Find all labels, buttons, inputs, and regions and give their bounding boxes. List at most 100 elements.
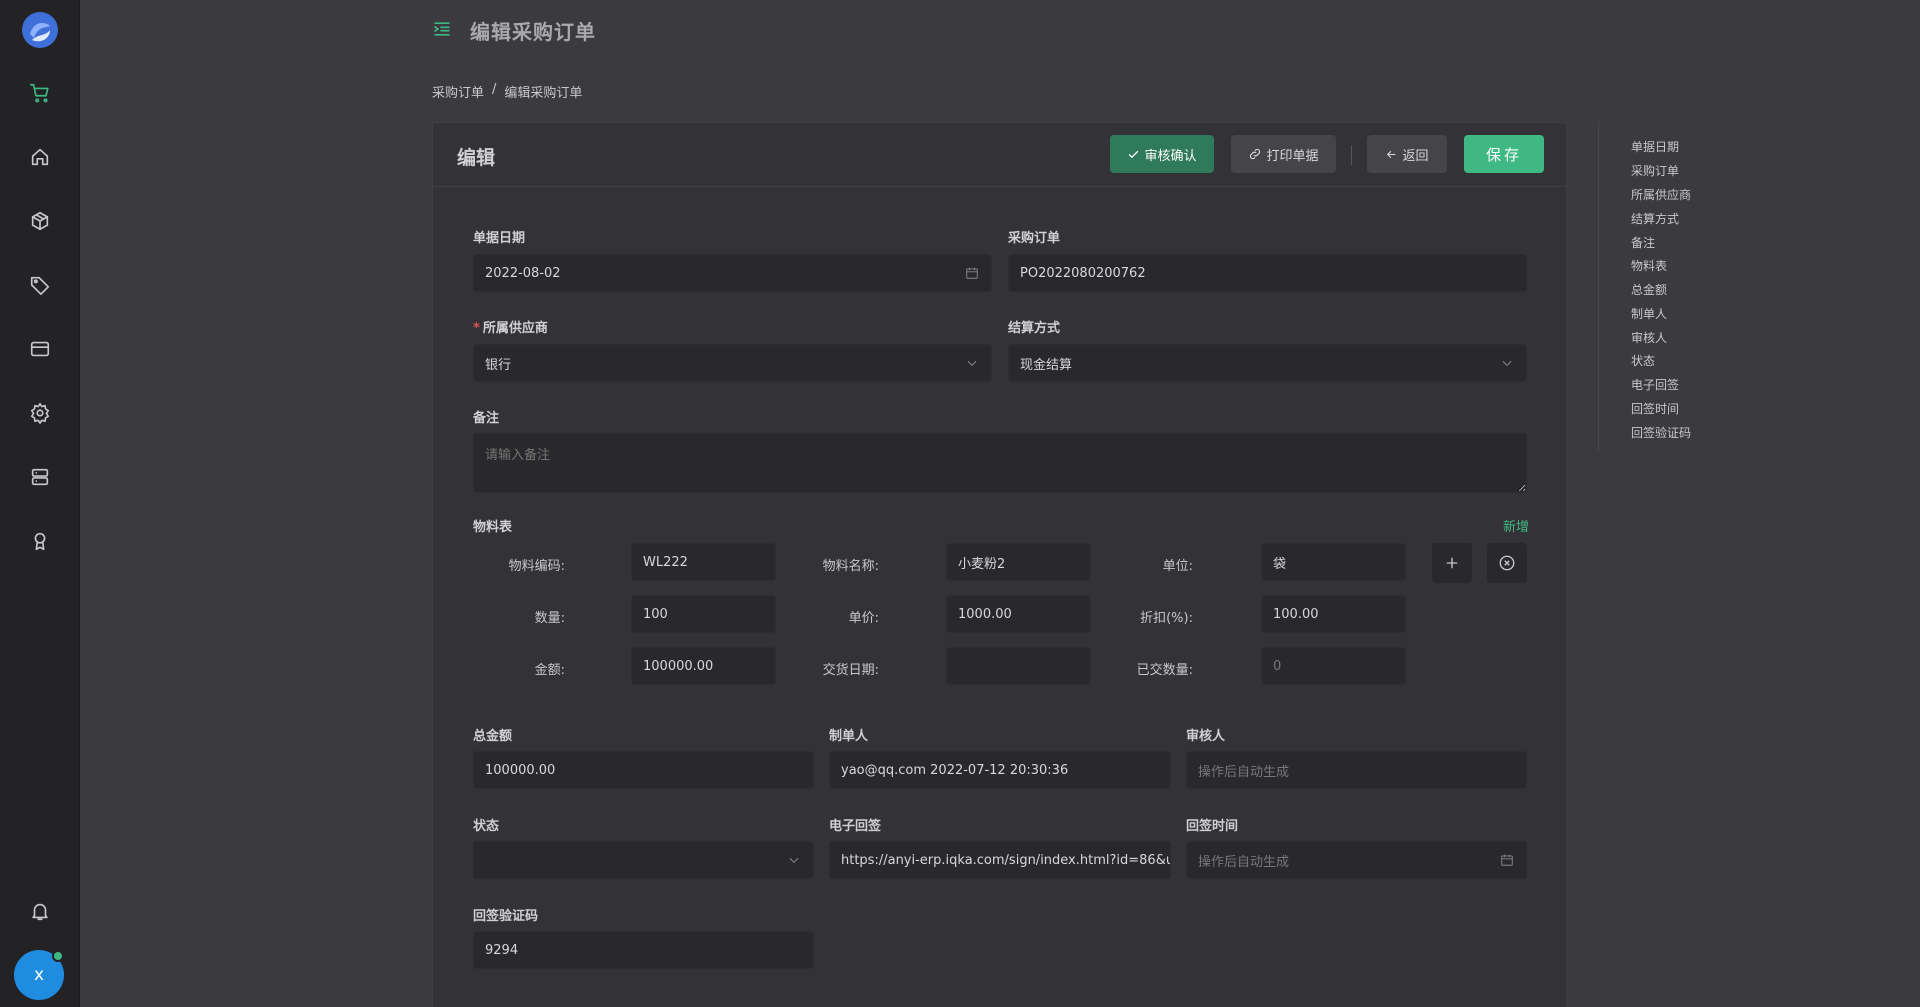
check-icon	[1129, 150, 1139, 158]
auditor-field[interactable]: 操作后自动生成	[1186, 751, 1527, 789]
settlement-label: 结算方式	[1008, 321, 1061, 336]
supplier-label: * 所属供应商	[473, 317, 548, 336]
menu-fold-icon[interactable]	[432, 19, 452, 43]
discount-input[interactable]: 100.00	[1261, 595, 1406, 633]
approve-button[interactable]: 审核确认	[1110, 135, 1214, 173]
tag-icon[interactable]	[25, 270, 55, 300]
save-label: 保存	[1485, 145, 1522, 164]
settlement-value: 现金结算	[1020, 357, 1073, 373]
material-name-value: 小麦粉2	[958, 556, 1006, 572]
anchor-bill-date[interactable]: 单据日期	[1631, 138, 1679, 155]
delivered-qty-placeholder: 0	[1273, 658, 1282, 674]
creator-value: yao@qq.com 2022-07-12 20:30:36	[841, 762, 1069, 778]
close-circle-icon	[1499, 555, 1515, 571]
back-button[interactable]: 返回	[1367, 135, 1447, 173]
sign-time-field[interactable]: 操作后自动生成	[1186, 841, 1527, 879]
save-button[interactable]: 保存	[1464, 135, 1544, 173]
delivered-qty-input[interactable]: 0	[1261, 647, 1406, 685]
anchor-auditor[interactable]: 审核人	[1631, 329, 1667, 346]
qty-value: 100	[643, 606, 668, 622]
add-row-button[interactable]	[1432, 543, 1472, 583]
toolbar-divider	[1351, 145, 1352, 165]
unit-label: 单位:	[1162, 559, 1193, 574]
price-value: 1000.00	[958, 606, 1012, 622]
anchor-materials[interactable]: 物料表	[1631, 257, 1667, 274]
material-code-value: WL222	[643, 554, 688, 570]
server-icon[interactable]	[25, 462, 55, 492]
amount-input[interactable]: 100000.00	[631, 647, 776, 685]
esign-field[interactable]: https://anyi-erp.iqka.com/sign/index.htm…	[829, 841, 1171, 879]
gear-icon[interactable]	[25, 398, 55, 428]
anchor-esign[interactable]: 电子回签	[1631, 376, 1679, 393]
home-icon[interactable]	[25, 142, 55, 172]
anchor-settlement[interactable]: 结算方式	[1631, 210, 1679, 227]
status-label: 状态	[473, 819, 500, 834]
anchor-creator[interactable]: 制单人	[1631, 305, 1667, 322]
sign-code-field[interactable]: 9294	[473, 931, 814, 969]
link-icon	[1250, 148, 1261, 160]
creator-label: 制单人	[829, 729, 869, 744]
anchor-total[interactable]: 总金额	[1631, 281, 1667, 298]
po-field[interactable]: PO2022080200762	[1008, 254, 1527, 292]
sign-time-label: 回签时间	[1186, 819, 1239, 834]
breadcrumb-current: 编辑采购订单	[504, 86, 583, 101]
delivery-date-input[interactable]	[946, 647, 1091, 685]
sign-time-placeholder: 操作后自动生成	[1198, 854, 1290, 870]
anchor-nav: 单据日期 采购订单 所属供应商 结算方式 备注 物料表 总金额 制单人 审核人 …	[1598, 122, 1798, 452]
bill-date-label: 单据日期	[473, 231, 526, 246]
add-material-link[interactable]: 新增	[1503, 516, 1529, 535]
material-code-input[interactable]: WL222	[631, 543, 776, 581]
auditor-placeholder: 操作后自动生成	[1198, 764, 1290, 780]
supplier-label-text: 所属供应商	[482, 321, 548, 336]
remove-row-button[interactable]	[1487, 543, 1527, 583]
chevron-down-icon	[965, 356, 979, 370]
creator-field[interactable]: yao@qq.com 2022-07-12 20:30:36	[829, 751, 1171, 789]
cart-icon[interactable]	[25, 78, 55, 108]
chevron-down-icon	[787, 853, 801, 867]
delivery-date-label: 交货日期:	[822, 663, 879, 678]
anchor-sign-code[interactable]: 回签验证码	[1631, 424, 1691, 441]
bill-date-field[interactable]: 2022-08-02	[473, 254, 992, 292]
approve-label: 审核确认	[1144, 148, 1197, 164]
arrow-left-icon	[1387, 150, 1396, 158]
delivered-qty-label: 已交数量:	[1136, 663, 1193, 678]
breadcrumb-parent[interactable]: 采购订单	[432, 82, 484, 101]
sign-code-value: 9294	[485, 942, 519, 958]
edit-card: 编辑 审核确认 打印单据 返回 保存 单据日期 2022-08-02 采购订单 …	[432, 122, 1567, 1007]
discount-value: 100.00	[1273, 606, 1319, 622]
po-label: 采购订单	[1008, 231, 1061, 246]
qty-input[interactable]: 100	[631, 595, 776, 633]
plus-icon	[1446, 557, 1458, 569]
package-icon[interactable]	[25, 206, 55, 236]
total-field[interactable]: 100000.00	[473, 751, 814, 789]
esign-value: https://anyi-erp.iqka.com/sign/index.htm…	[841, 852, 1171, 868]
discount-label: 折扣(%):	[1140, 611, 1193, 626]
page-header: 编辑采购订单	[432, 16, 596, 45]
qty-label: 数量:	[534, 611, 565, 626]
card-header: 编辑 审核确认 打印单据 返回 保存	[433, 123, 1566, 187]
card-icon[interactable]	[25, 334, 55, 364]
auditor-label: 审核人	[1186, 729, 1226, 744]
materials-label: 物料表	[473, 520, 513, 535]
sign-code-label: 回签验证码	[473, 909, 539, 924]
anchor-sign-time[interactable]: 回签时间	[1631, 400, 1679, 417]
settlement-select[interactable]: 现金结算	[1008, 344, 1527, 382]
print-label: 打印单据	[1266, 148, 1319, 164]
anchor-po[interactable]: 采购订单	[1631, 162, 1679, 179]
material-name-input[interactable]: 小麦粉2	[946, 543, 1091, 581]
supplier-select[interactable]: 银行	[473, 344, 992, 382]
unit-input[interactable]: 袋	[1261, 543, 1406, 581]
remark-textarea[interactable]	[473, 433, 1527, 493]
print-button[interactable]: 打印单据	[1231, 135, 1336, 173]
amount-value: 100000.00	[643, 658, 714, 674]
status-select[interactable]	[473, 841, 814, 879]
anchor-remark[interactable]: 备注	[1631, 234, 1655, 251]
anchor-status[interactable]: 状态	[1631, 352, 1655, 369]
bell-icon[interactable]	[25, 896, 55, 926]
anchor-supplier[interactable]: 所属供应商	[1631, 186, 1691, 203]
material-name-label: 物料名称:	[822, 559, 879, 574]
app-logo[interactable]	[20, 10, 60, 50]
calendar-icon	[965, 266, 979, 280]
price-input[interactable]: 1000.00	[946, 595, 1091, 633]
award-icon[interactable]	[25, 526, 55, 556]
